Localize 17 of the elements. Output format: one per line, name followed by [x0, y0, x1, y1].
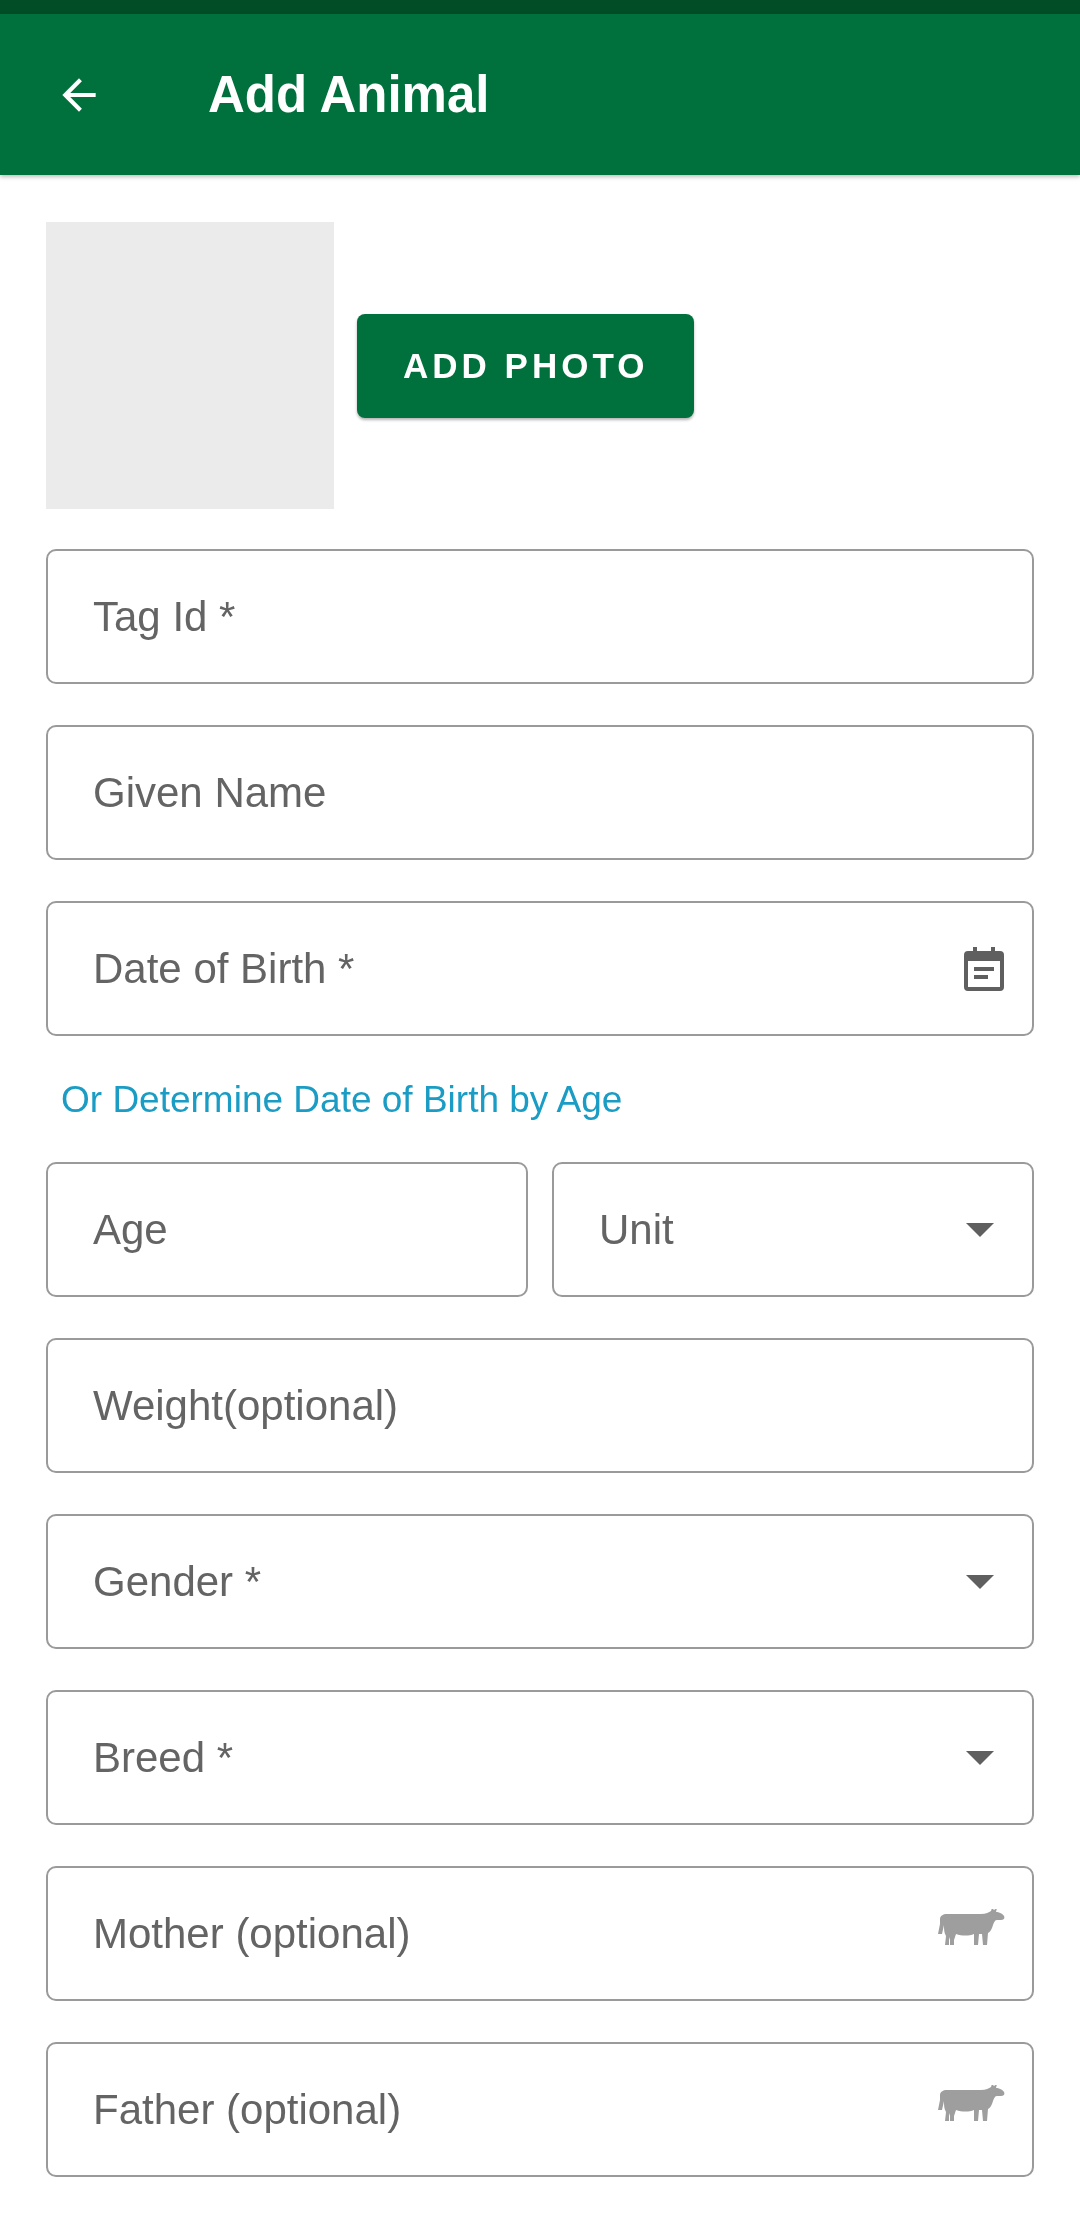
dropdown-field[interactable]: Breed * — [46, 1690, 1034, 1825]
input-field[interactable]: Given Name — [46, 725, 1034, 860]
dropdown-caret-icon — [966, 1750, 994, 1765]
dropdown-caret-icon — [966, 1222, 994, 1237]
input-field[interactable]: Age — [46, 1162, 528, 1297]
dropdown-caret-icon — [966, 1574, 994, 1589]
input-field[interactable]: Tag Id * — [46, 549, 1034, 684]
dropdown-field[interactable]: Gender * — [46, 1514, 1034, 1649]
calendar-icon[interactable] — [964, 946, 1004, 991]
add-photo-button[interactable]: ADD PHOTO — [357, 313, 695, 418]
screen-title: Add Animal — [208, 65, 490, 124]
age-link[interactable]: Or Determine Date of Birth by Age — [61, 1079, 623, 1121]
dropdown-field[interactable]: Unit — [552, 1162, 1034, 1297]
input-field[interactable]: Weight(optional) — [46, 1338, 1034, 1473]
input-field[interactable]: Mother (optional) — [46, 1866, 1034, 2001]
input-field[interactable]: Father (optional) — [46, 2042, 1034, 2177]
input-field[interactable]: Date of Birth * — [46, 901, 1034, 1036]
